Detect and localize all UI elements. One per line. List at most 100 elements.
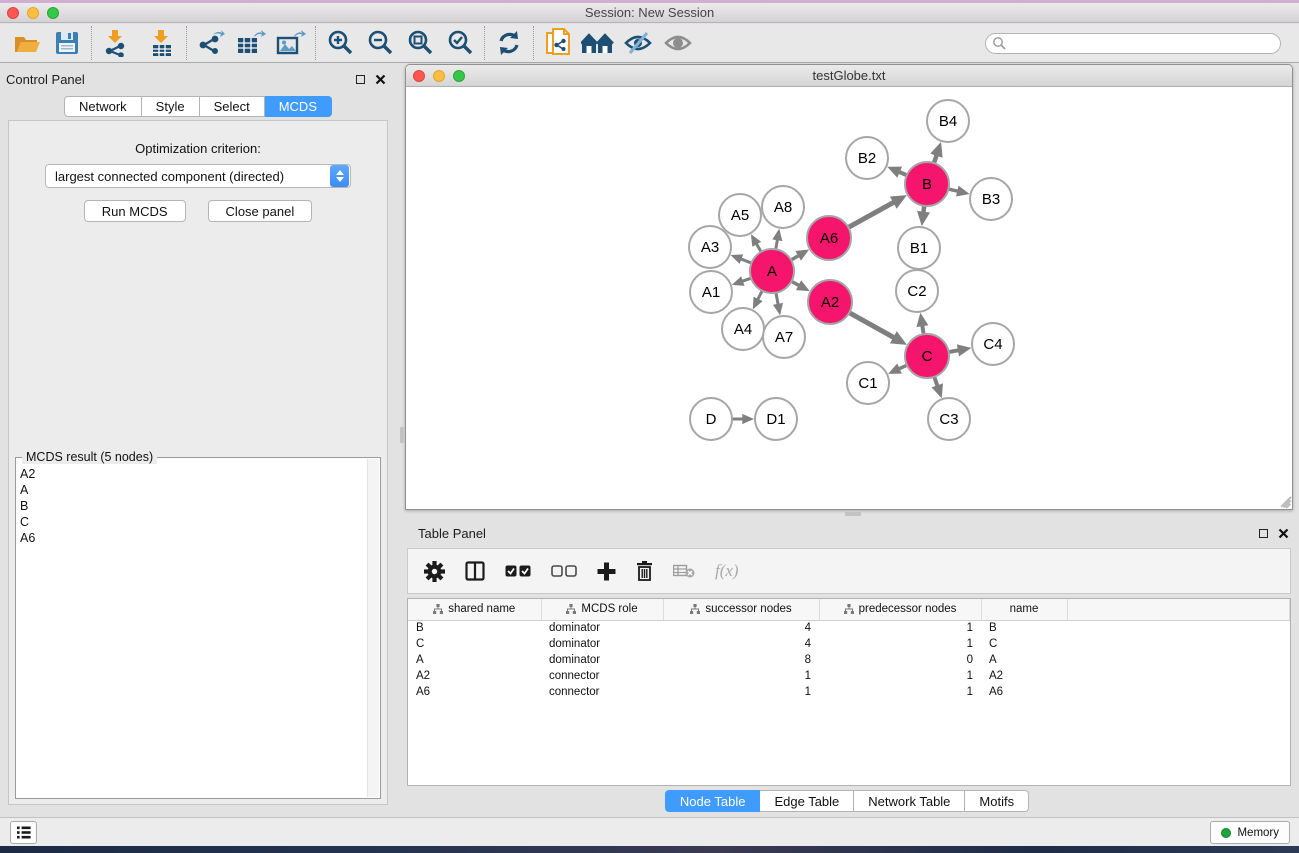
graph-node-label: C3: [939, 411, 958, 428]
mcds-result-item[interactable]: A2: [20, 466, 380, 482]
column-header-shared-name[interactable]: shared name: [408, 599, 541, 620]
edge-A2-C[interactable]: [849, 313, 894, 338]
tab-network[interactable]: Network: [64, 96, 142, 117]
network-column-icon: [566, 604, 576, 614]
close-network-window-button[interactable]: [413, 70, 425, 82]
table-row[interactable]: A2connector11A2: [408, 668, 1290, 684]
zoom-network-window-button[interactable]: [453, 70, 465, 82]
zoom-fit-button[interactable]: [403, 27, 437, 59]
tab-network-table[interactable]: Network Table: [854, 790, 965, 812]
column-header-predecessor-nodes[interactable]: predecessor nodes: [819, 599, 981, 620]
splitter-handle-bottom[interactable]: [845, 512, 861, 516]
function-builder-icon[interactable]: f(x): [715, 561, 739, 581]
zoom-selected-button[interactable]: [443, 27, 477, 59]
export-table-button[interactable]: [234, 27, 268, 59]
delete-column-icon[interactable]: [636, 561, 653, 581]
edge-A-A4[interactable]: [758, 291, 763, 300]
zoom-window-button[interactable]: [47, 7, 59, 19]
edge-A-A8[interactable]: [776, 239, 778, 249]
minimize-network-window-button[interactable]: [433, 70, 445, 82]
mcds-result-group: MCDS result (5 nodes) A2ABCA6: [15, 457, 381, 799]
import-network-button[interactable]: [99, 27, 133, 59]
criterion-dropdown[interactable]: largest connected component (directed): [45, 164, 351, 188]
table-row[interactable]: A6connector11A6: [408, 684, 1290, 700]
zoom-in-button[interactable]: [323, 27, 357, 59]
mcds-result-item[interactable]: A: [20, 482, 380, 498]
node-table[interactable]: shared nameMCDS rolesuccessor nodesprede…: [407, 598, 1291, 786]
network-canvas[interactable]: AA1A2A3A4A5A6A7A8BB1B2B3B4CC1C2C3C4DD1: [406, 87, 1292, 509]
float-table-panel-icon[interactable]: [1259, 529, 1268, 538]
network-graph[interactable]: AA1A2A3A4A5A6A7A8BB1B2B3B4CC1C2C3C4DD1: [406, 87, 1291, 509]
result-scrollbar[interactable]: [367, 459, 379, 797]
settings-gear-icon[interactable]: [424, 561, 445, 582]
edge-A-A3[interactable]: [740, 259, 751, 263]
tab-node-table[interactable]: Node Table: [665, 790, 761, 812]
splitter-handle-left[interactable]: [400, 427, 404, 443]
edge-B-B1[interactable]: [923, 206, 924, 213]
edge-A-A6[interactable]: [791, 255, 799, 260]
network-window-titlebar[interactable]: testGlobe.txt: [406, 65, 1292, 87]
memory-button[interactable]: Memory: [1210, 821, 1290, 844]
edge-A6-B[interactable]: [848, 202, 894, 227]
column-header-MCDS-role[interactable]: MCDS role: [541, 599, 663, 620]
edge-B-B4[interactable]: [934, 155, 937, 163]
save-session-button[interactable]: [50, 27, 84, 59]
column-pane-icon[interactable]: [465, 561, 485, 581]
edge-A-A1[interactable]: [742, 278, 751, 281]
mcds-result-item[interactable]: C: [20, 514, 380, 530]
resize-grip[interactable]: [1278, 495, 1291, 508]
edge-arrowhead: [956, 186, 970, 197]
close-panel-button[interactable]: Close panel: [208, 200, 313, 222]
run-mcds-button[interactable]: Run MCDS: [84, 200, 186, 222]
edge-arrowhead: [917, 211, 930, 226]
tab-edge-table[interactable]: Edge Table: [760, 790, 854, 812]
mcds-result-item[interactable]: B: [20, 498, 380, 514]
criterion-dropdown-value: largest connected component (directed): [46, 169, 330, 184]
column-header-name[interactable]: name: [981, 599, 1067, 620]
import-table-button[interactable]: [145, 27, 179, 59]
close-panel-icon[interactable]: [375, 74, 386, 85]
mcds-result-item[interactable]: A6: [20, 530, 380, 546]
graph-node-label: D: [706, 411, 717, 428]
show-columns-icon[interactable]: [505, 565, 531, 577]
edge-B-B2[interactable]: [899, 172, 907, 175]
node-table-header[interactable]: shared nameMCDS rolesuccessor nodesprede…: [408, 599, 1290, 620]
edge-A-A7[interactable]: [776, 293, 778, 305]
edge-C-C3[interactable]: [934, 377, 937, 387]
edge-C-C1[interactable]: [899, 365, 907, 369]
search-field[interactable]: [985, 33, 1281, 54]
task-history-button[interactable]: [10, 821, 37, 844]
tab-select[interactable]: Select: [200, 96, 265, 117]
close-window-button[interactable]: [7, 7, 19, 19]
export-network-button[interactable]: [194, 27, 228, 59]
tab-style[interactable]: Style: [142, 96, 200, 117]
table-row[interactable]: Adominator80A: [408, 652, 1290, 668]
show-all-button[interactable]: [661, 27, 695, 59]
tab-motifs[interactable]: Motifs: [965, 790, 1029, 812]
export-image-button[interactable]: [274, 27, 308, 59]
edge-B-B3[interactable]: [948, 189, 958, 191]
first-neighbors-button[interactable]: [581, 27, 615, 59]
add-column-icon[interactable]: [597, 562, 616, 581]
edge-A-A2[interactable]: [791, 281, 799, 285]
memory-status-icon: [1221, 828, 1231, 838]
edge-A-A5[interactable]: [756, 243, 761, 252]
new-network-from-selection-button[interactable]: [541, 27, 575, 59]
close-table-panel-icon[interactable]: [1278, 528, 1289, 539]
delete-table-icon[interactable]: [673, 564, 695, 578]
apply-layout-button[interactable]: [492, 27, 526, 59]
tab-mcds[interactable]: MCDS: [265, 96, 332, 117]
zoom-out-button[interactable]: [363, 27, 397, 59]
hide-selected-button[interactable]: [621, 27, 655, 59]
search-input[interactable]: [1006, 35, 1280, 52]
column-header-successor-nodes[interactable]: successor nodes: [663, 599, 819, 620]
minimize-window-button[interactable]: [27, 7, 39, 19]
float-panel-icon[interactable]: [356, 75, 365, 84]
optimization-criterion-label: Optimization criterion:: [9, 141, 387, 156]
edge-C-C4[interactable]: [949, 350, 959, 352]
edge-C-C2[interactable]: [922, 325, 923, 334]
hide-columns-icon[interactable]: [551, 565, 577, 577]
table-row[interactable]: Bdominator41B: [408, 620, 1290, 636]
open-session-button[interactable]: [10, 27, 44, 59]
table-row[interactable]: Cdominator41C: [408, 636, 1290, 652]
